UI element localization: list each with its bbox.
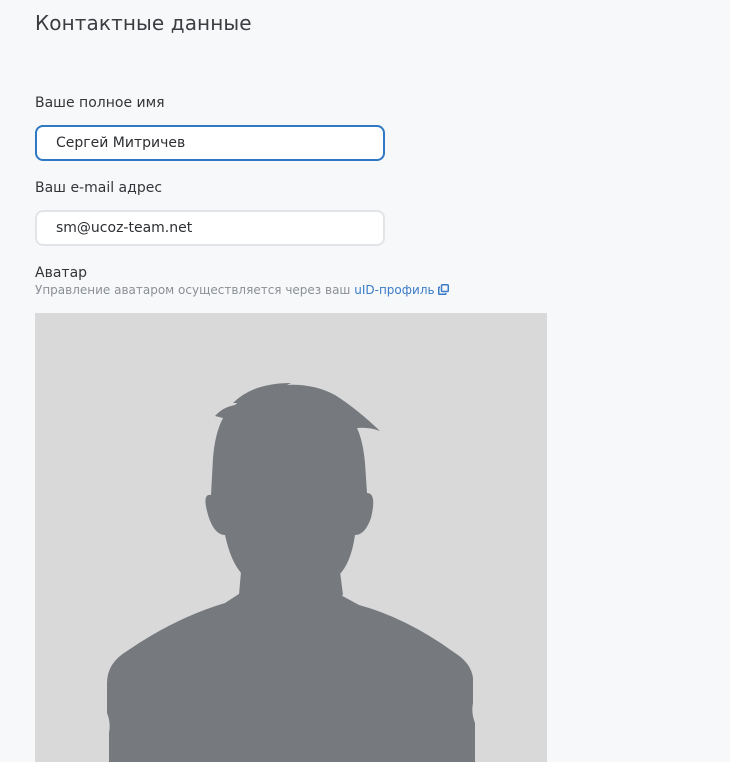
avatar-label: Аватар [35, 265, 88, 281]
avatar-hint: Управление аватаром осуществляется через… [35, 283, 449, 298]
avatar-image [35, 313, 547, 762]
uid-profile-link[interactable]: uID-профиль [354, 283, 449, 298]
full-name-label: Ваше полное имя [35, 95, 165, 111]
avatar-hint-text: Управление аватаром осуществляется через… [35, 283, 351, 297]
section-title: Контактные данные [35, 11, 252, 35]
uid-profile-link-text: uID-профиль [354, 283, 435, 297]
user-silhouette-icon [107, 383, 475, 762]
email-label: Ваш e-mail адрес [35, 180, 163, 196]
email-input[interactable] [35, 210, 385, 246]
contact-details-form: Контактные данные Ваше полное имя Ваш e-… [0, 0, 730, 762]
full-name-input[interactable] [35, 125, 385, 161]
external-link-icon [437, 284, 449, 298]
